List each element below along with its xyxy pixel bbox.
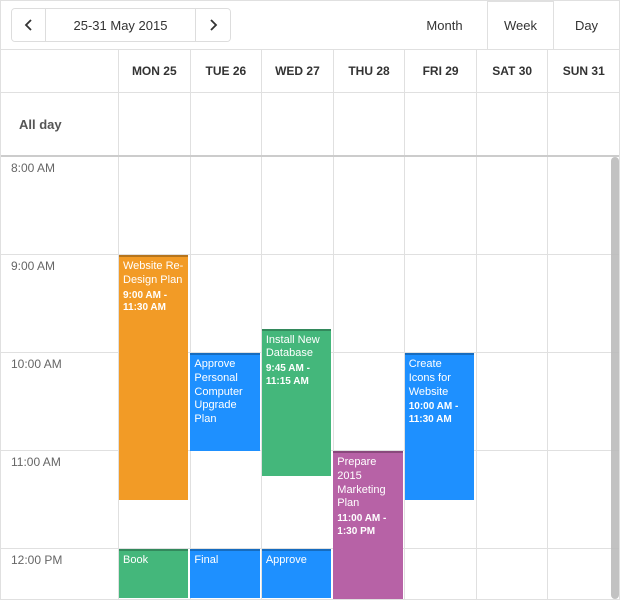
day-header-wed[interactable]: WED 27 — [262, 50, 334, 92]
day-header-mon[interactable]: MON 25 — [119, 50, 191, 92]
appointment-title: Approve — [266, 554, 327, 568]
time-label: 10:00 AM — [1, 353, 119, 450]
day-header-thu[interactable]: THU 28 — [334, 50, 406, 92]
appointment[interactable]: Install New Database9:45 AM - 11:15 AM — [262, 329, 331, 476]
time-grid: 8:00 AM 9:00 AM 10:00 AM 11:00 AM 12:00 … — [1, 157, 619, 599]
all-day-cell[interactable] — [477, 93, 549, 155]
appointment[interactable]: Approve — [262, 549, 331, 598]
appointment-title: Approve Personal Computer Upgrade Plan — [194, 358, 255, 427]
time-cell[interactable] — [548, 157, 619, 254]
appointment-title: Final — [194, 554, 255, 568]
time-label: 11:00 AM — [1, 451, 119, 548]
appointment[interactable]: Final — [190, 549, 259, 598]
all-day-label: All day — [1, 93, 119, 155]
time-cell[interactable] — [548, 451, 619, 548]
appointment[interactable]: Website Re-Design Plan9:00 AM - 11:30 AM — [119, 255, 188, 500]
view-switcher: Month Week Day — [402, 1, 619, 49]
all-day-cell[interactable] — [191, 93, 263, 155]
day-header-tue[interactable]: TUE 26 — [191, 50, 263, 92]
appointment-time: 10:00 AM - 11:30 AM — [409, 401, 470, 426]
time-label: 8:00 AM — [1, 157, 119, 254]
appointment-title: Prepare 2015 Marketing Plan — [337, 456, 398, 511]
tab-day[interactable]: Day — [554, 1, 619, 49]
appointment[interactable]: Book — [119, 549, 188, 598]
time-gutter-header — [1, 50, 119, 92]
time-cell[interactable] — [334, 255, 406, 352]
appointment-time: 9:45 AM - 11:15 AM — [266, 363, 327, 388]
appointment-title: Book — [123, 554, 184, 568]
appointment-title: Install New Database — [266, 334, 327, 362]
time-label: 9:00 AM — [1, 255, 119, 352]
chevron-right-icon — [208, 19, 218, 31]
toolbar: 25-31 May 2015 Month Week Day — [1, 1, 619, 49]
appointment-time: 11:00 AM - 1:30 PM — [337, 513, 398, 538]
time-cell[interactable] — [334, 353, 406, 450]
time-label: 12:00 PM — [1, 549, 119, 599]
appointment[interactable]: Create Icons for Website10:00 AM - 11:30… — [405, 353, 474, 500]
day-header-fri[interactable]: FRI 29 — [405, 50, 477, 92]
day-header-sun[interactable]: SUN 31 — [548, 50, 619, 92]
all-day-cell[interactable] — [548, 93, 619, 155]
chevron-left-icon — [24, 19, 34, 31]
time-cell[interactable] — [405, 157, 477, 254]
day-header-row: MON 25 TUE 26 WED 27 THU 28 FRI 29 SAT 3… — [1, 49, 619, 93]
date-range-button[interactable]: 25-31 May 2015 — [46, 9, 196, 41]
all-day-row: All day — [1, 93, 619, 157]
scrollbar[interactable] — [611, 157, 619, 599]
time-cell[interactable] — [191, 451, 263, 548]
time-cell[interactable] — [191, 255, 263, 352]
time-cell[interactable] — [477, 451, 549, 548]
time-cell[interactable] — [477, 549, 549, 599]
prev-button[interactable] — [12, 9, 46, 41]
time-cell[interactable] — [477, 255, 549, 352]
time-cell[interactable] — [548, 353, 619, 450]
time-cell[interactable] — [119, 157, 191, 254]
time-cell[interactable] — [405, 549, 477, 599]
appointment[interactable]: Prepare 2015 Marketing Plan11:00 AM - 1:… — [333, 451, 402, 599]
date-nav-group: 25-31 May 2015 — [11, 8, 231, 42]
time-cell[interactable] — [548, 549, 619, 599]
appointment-time: 9:00 AM - 11:30 AM — [123, 290, 184, 315]
time-cell[interactable] — [191, 157, 263, 254]
appointment[interactable]: Approve Personal Computer Upgrade Plan — [190, 353, 259, 451]
time-cell[interactable] — [548, 255, 619, 352]
time-cell[interactable] — [477, 157, 549, 254]
time-cell[interactable] — [262, 157, 334, 254]
tab-week[interactable]: Week — [487, 1, 554, 49]
time-cell[interactable] — [477, 353, 549, 450]
tab-month[interactable]: Month — [402, 1, 487, 49]
day-header-sat[interactable]: SAT 30 — [477, 50, 549, 92]
time-cell[interactable] — [405, 255, 477, 352]
all-day-cell[interactable] — [334, 93, 406, 155]
appointment-title: Create Icons for Website — [409, 358, 470, 399]
appointment-title: Website Re-Design Plan — [123, 260, 184, 288]
time-cell[interactable] — [334, 157, 406, 254]
time-grid-scroll[interactable]: 8:00 AM 9:00 AM 10:00 AM 11:00 AM 12:00 … — [1, 157, 619, 599]
time-row: 8:00 AM — [1, 157, 619, 255]
all-day-cell[interactable] — [405, 93, 477, 155]
scheduler: { "toolbar": { "date_range_label": "25-3… — [0, 0, 620, 600]
all-day-cell[interactable] — [262, 93, 334, 155]
next-button[interactable] — [196, 9, 230, 41]
all-day-cell[interactable] — [119, 93, 191, 155]
